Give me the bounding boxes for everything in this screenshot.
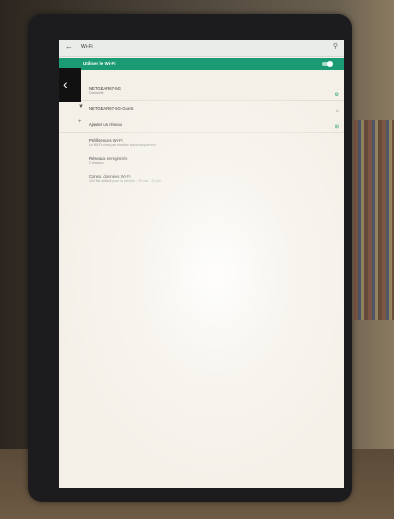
navigation-strip: ‹ xyxy=(59,68,81,102)
bookshelf-background xyxy=(354,120,394,320)
wifi-toggle-switch[interactable] xyxy=(322,61,333,67)
settings-gear-icon[interactable]: ⚙ xyxy=(335,92,339,98)
wifi-toggle-label: Utiliser le Wi-Fi xyxy=(83,61,116,66)
tablet-screen: ← Wi-Fi ⚲ Utiliser le Wi-Fi NETGEAR67-5G… xyxy=(59,40,344,488)
chevron-left-icon[interactable]: ‹ xyxy=(63,76,68,92)
network-row-connected[interactable]: NETGEAR67-5G Connecté xyxy=(59,80,344,98)
search-icon[interactable]: ⚲ xyxy=(333,42,338,50)
switch-thumb xyxy=(327,61,333,67)
back-arrow-icon[interactable]: ← xyxy=(65,42,73,51)
wifi-toggle-bar[interactable]: Utiliser le Wi-Fi xyxy=(59,58,344,70)
page-title: Wi-Fi xyxy=(81,44,93,50)
screen-glare xyxy=(59,100,344,488)
network-status: Connecté xyxy=(89,91,104,95)
app-bar: ← Wi-Fi ⚲ xyxy=(59,40,344,57)
